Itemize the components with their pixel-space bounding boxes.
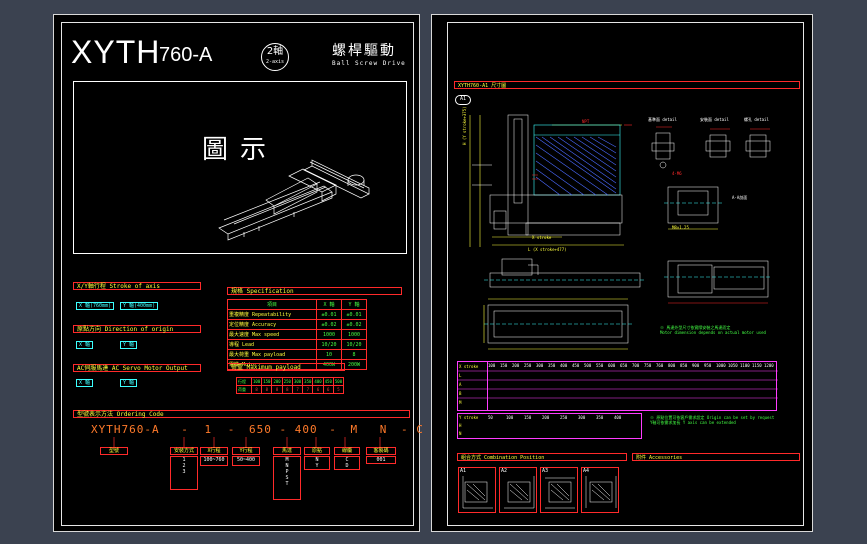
right-drawing-sheet[interactable]: XYTH760-A1 尺寸圖 A1 X stroke L (X stroke+4… [431, 14, 813, 532]
order-box-cable[interactable]: 線纜 [334, 447, 360, 455]
dim-h-total: H (Y stroke+375) [462, 106, 467, 145]
detail-label-1: 基準面 detail [648, 117, 677, 122]
order-box-xstroke-label: X行程 [207, 448, 221, 454]
detail-label-3: 螺孔 detail [744, 117, 769, 122]
stroke2-col-header: 200 [542, 415, 550, 420]
combo-section-header: 組合方式 Combination Position [457, 453, 627, 461]
order-box-origin[interactable]: 原點 [304, 447, 330, 455]
stroke2-row-label: N [459, 431, 462, 436]
stroke2-row-label: Y stroke [459, 415, 479, 420]
combo-a4-drawing [585, 476, 617, 508]
order-box-xstroke[interactable]: X行程 [200, 447, 228, 455]
order-box-mount[interactable]: 安裝方式 [170, 447, 198, 455]
note-line: Motor dimension depends on actual motor … [660, 330, 766, 335]
stroke2-row-labels: Y stroke H N [458, 414, 487, 438]
stroke2-col-header: 350 [596, 415, 604, 420]
order-sub-ystroke: 50~400 [232, 456, 260, 466]
order-box-custom[interactable]: 客製碼 [366, 447, 396, 455]
stroke2-row-label: H [459, 423, 462, 428]
combo-a2-drawing [504, 476, 535, 509]
detail-label-2: 安裝面 detail [700, 117, 729, 122]
combo-option-a4[interactable]: A4 [581, 467, 619, 513]
combo-option-a1[interactable]: A1 [458, 467, 496, 513]
note-line: Y軸可依需求加長 Y axis can be extended [650, 420, 736, 425]
dim-thread: M8×1.25 [672, 225, 689, 230]
order-sub-mount: 1 2 3 [170, 456, 198, 490]
order-sub-custom: 001 [366, 456, 396, 464]
stroke2-col-header: 50 [488, 415, 493, 420]
stroke-table-grid [458, 370, 778, 399]
notes-block: ※ 馬達外型尺寸依實際安裝之馬達而定 Motor dimension depen… [660, 325, 766, 335]
order-sub-origin: N Y [304, 456, 330, 470]
combo-option-a2[interactable]: A2 [499, 467, 537, 513]
order-box-ystroke-label: Y行程 [239, 448, 253, 454]
stroke-table-2: Y stroke H N 50 100 150 200 250 300 350 400 [457, 413, 642, 439]
order-box-model[interactable]: 型號 [100, 447, 128, 455]
dim-section-aa: A-A剖面 [732, 195, 748, 200]
dim-l-total: L (X stroke+477) [528, 247, 567, 252]
order-box-cable-label: 線纜 [341, 448, 352, 454]
order-box-motor[interactable]: 馬達 [273, 447, 301, 455]
dim-bolt: 4-M6 [672, 171, 682, 176]
stroke2-col-header: 300 [578, 415, 586, 420]
left-drawing-sheet[interactable]: XYTH 760-A 2軸 2-axis 螺桿驅動 Ball Screw Dri… [53, 14, 469, 532]
combo-a1-drawing [462, 476, 493, 509]
accessory-section-header: 附件 Accessories [632, 453, 800, 461]
order-box-model-label: 型號 [108, 448, 119, 454]
combo-a3-drawing [545, 477, 575, 509]
order-box-custom-label: 客製碼 [373, 448, 389, 454]
stroke2-col-header: 150 [524, 415, 532, 420]
order-sub-motor: M N P S T [273, 456, 301, 500]
combo-option-a3[interactable]: A3 [540, 467, 578, 513]
order-box-ystroke[interactable]: Y行程 [232, 447, 260, 455]
dim-x-stroke: X stroke [532, 235, 552, 240]
stroke2-col-header: 400 [614, 415, 622, 420]
combo-section-title: 組合方式 Combination Position [461, 455, 545, 461]
stroke-table: X stroke L A B M 100 150 200 250 300 350 400 45… [457, 361, 778, 411]
notes-block-2: ※ 原點位置可依客戶需求設定 Origin can be set by requ… [650, 415, 774, 425]
order-box-origin-label: 原點 [311, 448, 322, 454]
order-box-mount-label: 安裝方式 [173, 448, 194, 454]
order-sub-cable: C D [334, 456, 360, 470]
stroke2-col-header: 250 [560, 415, 568, 420]
dim-npt: NPT [582, 119, 590, 124]
stroke2-col-header: 100 [506, 415, 514, 420]
order-sub-xstroke: 100~760 [200, 456, 228, 466]
order-box-motor-label: 馬達 [281, 448, 292, 454]
accessory-section-title: 附件 Accessories [636, 455, 683, 461]
